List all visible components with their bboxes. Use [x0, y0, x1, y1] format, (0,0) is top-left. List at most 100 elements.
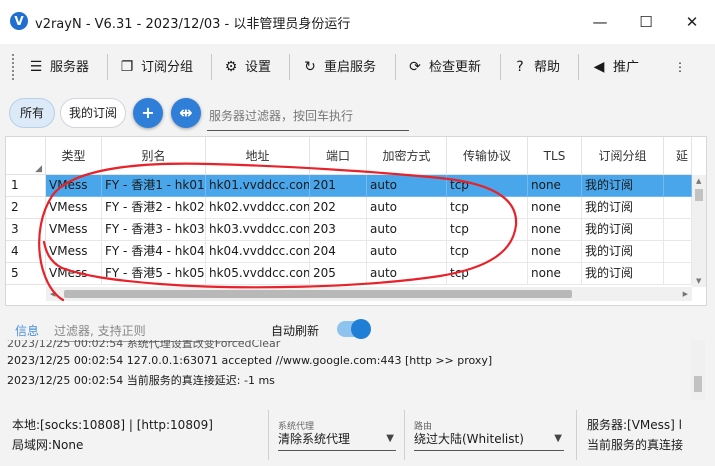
- log-vscroll-thumb[interactable]: [694, 376, 702, 392]
- toolbar-separator: [107, 54, 108, 80]
- promote-button[interactable]: ◀ 推广: [591, 52, 639, 82]
- table-row[interactable]: 4 VMess FY - 香港4 - hk04 hk04.vvddcc.com 204 a…: [6, 241, 692, 263]
- col-header-delay[interactable]: 延: [664, 137, 692, 175]
- server-filter-input[interactable]: [207, 101, 409, 131]
- cell-port: 205: [310, 263, 367, 285]
- cell-security: auto: [367, 241, 447, 263]
- grid-vscroll-thumb[interactable]: [695, 189, 703, 201]
- log-output: 2023/12/25 00:02:54 系统代理设置改变ForcedClear …: [5, 340, 707, 400]
- col-header-group[interactable]: 订阅分组: [582, 137, 664, 175]
- col-header-type[interactable]: 类型: [46, 137, 102, 175]
- toggle-knob: [351, 319, 371, 339]
- cell-delay: [664, 175, 692, 197]
- cell-network: tcp: [447, 175, 528, 197]
- subscription-group-label: 订阅分组: [141, 60, 194, 75]
- scroll-up-icon[interactable]: ▲: [696, 177, 701, 185]
- cell-network: tcp: [447, 241, 528, 263]
- col-header-security[interactable]: 加密方式: [367, 137, 447, 175]
- cell-group: 我的订阅: [582, 219, 664, 241]
- log-filter-input[interactable]: [54, 320, 244, 342]
- scroll-down-icon[interactable]: ▼: [696, 277, 701, 285]
- cell-port: 204: [310, 241, 367, 263]
- cell-security: auto: [367, 175, 447, 197]
- status-bar: 本地:[socks:10808] | [http:10809] 局域网:None…: [0, 404, 715, 466]
- window-title: v2rayN - V6.31 - 2023/12/03 - 以非管理员身份运行: [35, 17, 351, 32]
- cell-address: hk02.vvddcc.com: [206, 197, 310, 219]
- chevron-down-icon: ▼: [554, 433, 562, 444]
- table-row[interactable]: 2 VMess FY - 香港2 - hk02 hk02.vvddcc.com 202 a…: [6, 197, 692, 219]
- log-line: 2023/12/25 00:02:54 当前服务的真连接延迟: -1 ms: [7, 374, 275, 387]
- row-number[interactable]: 3: [6, 219, 46, 241]
- routing-value: 绕过大陆(Whitelist): [414, 432, 524, 446]
- maximize-button[interactable]: ☐: [623, 0, 669, 44]
- cell-alias: FY - 香港2 - hk02: [102, 197, 206, 219]
- promote-icon: ◀: [593, 59, 605, 75]
- cell-alias: FY - 香港5 - hk05: [102, 263, 206, 285]
- subscription-group-button[interactable]: ❐ 订阅分组: [119, 52, 193, 82]
- minimize-button[interactable]: —: [577, 0, 623, 44]
- help-label: 帮助: [534, 60, 561, 75]
- col-header-alias[interactable]: 别名: [102, 137, 206, 175]
- chevron-down-icon: ▼: [386, 433, 394, 444]
- toolbar-separator: [578, 54, 579, 80]
- filter-all-chip[interactable]: 所有: [9, 98, 55, 128]
- scroll-left-icon[interactable]: ◀: [50, 290, 55, 298]
- cell-port: 201: [310, 175, 367, 197]
- add-subscription-button[interactable]: +: [133, 98, 163, 128]
- col-header-port[interactable]: 端口: [310, 137, 367, 175]
- cell-address: hk05.vvddcc.com: [206, 263, 310, 285]
- check-update-button[interactable]: ⟳ 检查更新: [407, 52, 481, 82]
- col-header-address[interactable]: 地址: [206, 137, 310, 175]
- restart-service-button[interactable]: ↻ 重启服务: [302, 52, 376, 82]
- grid-hscroll-thumb[interactable]: [64, 290, 572, 298]
- update-icon: ⟳: [409, 59, 421, 75]
- cell-network: tcp: [447, 197, 528, 219]
- restart-icon: ↻: [304, 59, 316, 75]
- log-vertical-scrollbar[interactable]: [691, 340, 705, 400]
- grid-horizontal-scrollbar[interactable]: ◀ ▶: [46, 287, 692, 301]
- system-proxy-value: 清除系统代理: [278, 432, 351, 446]
- local-ports-status: 本地:[socks:10808] | [http:10809]: [12, 418, 213, 432]
- toolbar-grip[interactable]: [12, 54, 16, 80]
- row-number[interactable]: 4: [6, 241, 46, 263]
- cell-tls: none: [528, 241, 582, 263]
- settings-button[interactable]: ⚙ 设置: [223, 52, 271, 82]
- cell-network: tcp: [447, 219, 528, 241]
- routing-select[interactable]: 绕过大陆(Whitelist) ▼: [414, 429, 564, 451]
- table-row[interactable]: 5 VMess FY - 香港5 - hk05 hk05.vvddcc.com 205 a…: [6, 263, 692, 285]
- col-header-tls[interactable]: TLS: [528, 137, 582, 175]
- current-server-status: 服务器:[VMess] l: [587, 418, 683, 432]
- auto-refresh-label: 自动刷新: [271, 324, 320, 338]
- close-button[interactable]: ✕: [669, 0, 715, 44]
- row-number[interactable]: 1: [6, 175, 46, 197]
- status-separator: [404, 410, 405, 460]
- cell-address: hk03.vvddcc.com: [206, 219, 310, 241]
- help-icon: ?: [516, 59, 524, 75]
- toolbar-overflow-icon[interactable]: ⋮: [673, 52, 687, 82]
- cell-type: VMess: [46, 175, 102, 197]
- system-proxy-select[interactable]: 清除系统代理 ▼: [278, 429, 396, 451]
- filter-my-subscription-chip[interactable]: 我的订阅: [60, 98, 126, 128]
- speed-test-icon: ⇹: [179, 103, 193, 122]
- table-row[interactable]: 1 VMess FY - 香港1 - hk01 hk01.vvddcc.com 201 a…: [6, 175, 692, 197]
- grid-corner: ◢: [6, 137, 46, 175]
- grid-vertical-scrollbar[interactable]: ▲ ▼: [692, 175, 706, 287]
- row-number[interactable]: 2: [6, 197, 46, 219]
- help-button[interactable]: ? 帮助: [512, 52, 560, 82]
- speed-test-button[interactable]: ⇹: [171, 98, 201, 128]
- cell-type: VMess: [46, 219, 102, 241]
- scroll-right-icon[interactable]: ▶: [683, 290, 688, 298]
- app-logo-icon: V: [10, 12, 28, 30]
- auto-refresh-toggle[interactable]: [337, 319, 371, 339]
- log-tab-info[interactable]: 信息: [15, 322, 39, 339]
- cell-tls: none: [528, 197, 582, 219]
- cell-security: auto: [367, 197, 447, 219]
- promote-label: 推广: [613, 60, 640, 75]
- cell-group: 我的订阅: [582, 241, 664, 263]
- table-row[interactable]: 3 VMess FY - 香港3 - hk03 hk03.vvddcc.com 203 a…: [6, 219, 692, 241]
- row-number[interactable]: 5: [6, 263, 46, 285]
- col-header-network[interactable]: 传输协议: [447, 137, 528, 175]
- title-bar: V v2rayN - V6.31 - 2023/12/03 - 以非管理员身份运…: [0, 0, 715, 44]
- servers-button[interactable]: ☰ 服务器: [28, 52, 89, 82]
- toolbar: ☰ 服务器 ❐ 订阅分组 ⚙ 设置 ↻ 重启服务 ⟳ 检查更新 ? 帮助 ◀ 推广 ⋮: [0, 44, 715, 90]
